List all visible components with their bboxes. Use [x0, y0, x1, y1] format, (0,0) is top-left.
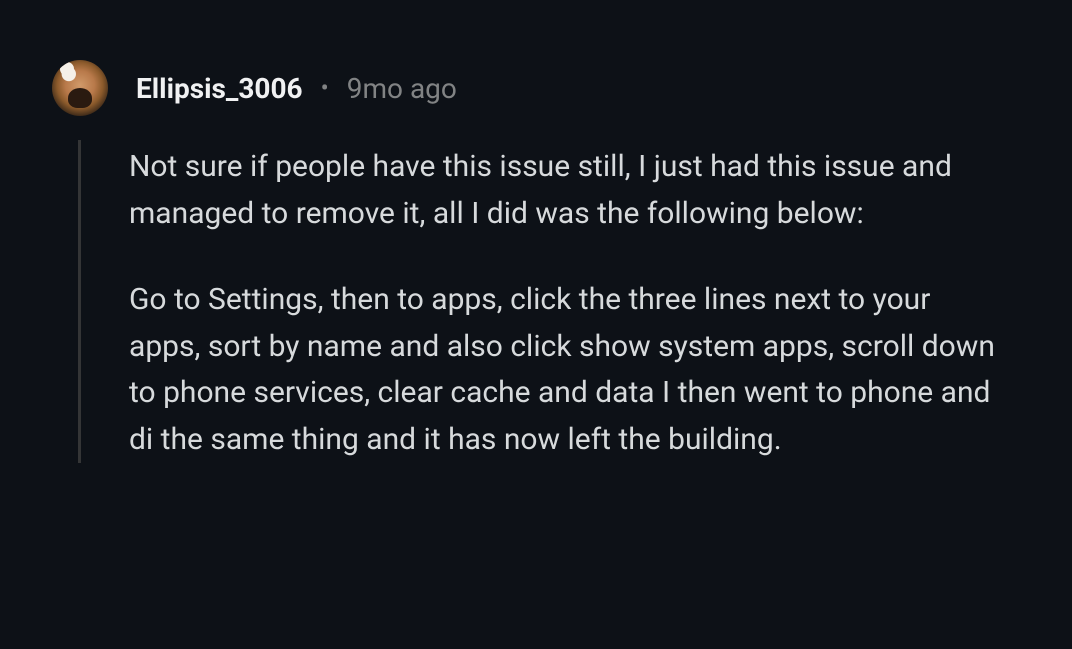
comment-body: Not sure if people have this issue still…: [129, 140, 1024, 463]
comment-paragraph: Go to Settings, then to apps, click the …: [129, 277, 1004, 463]
separator-dot: •: [321, 74, 329, 102]
avatar[interactable]: [52, 60, 108, 116]
comment-header: Ellipsis_3006 • 9mo ago: [52, 60, 1024, 116]
comment-paragraph: Not sure if people have this issue still…: [129, 144, 1004, 237]
username-link[interactable]: Ellipsis_3006: [136, 72, 303, 105]
comment-container: Ellipsis_3006 • 9mo ago Not sure if peop…: [0, 0, 1072, 463]
thread-line[interactable]: [78, 140, 81, 463]
timestamp[interactable]: 9mo ago: [347, 72, 457, 105]
comment-body-wrapper: Not sure if people have this issue still…: [52, 140, 1024, 463]
